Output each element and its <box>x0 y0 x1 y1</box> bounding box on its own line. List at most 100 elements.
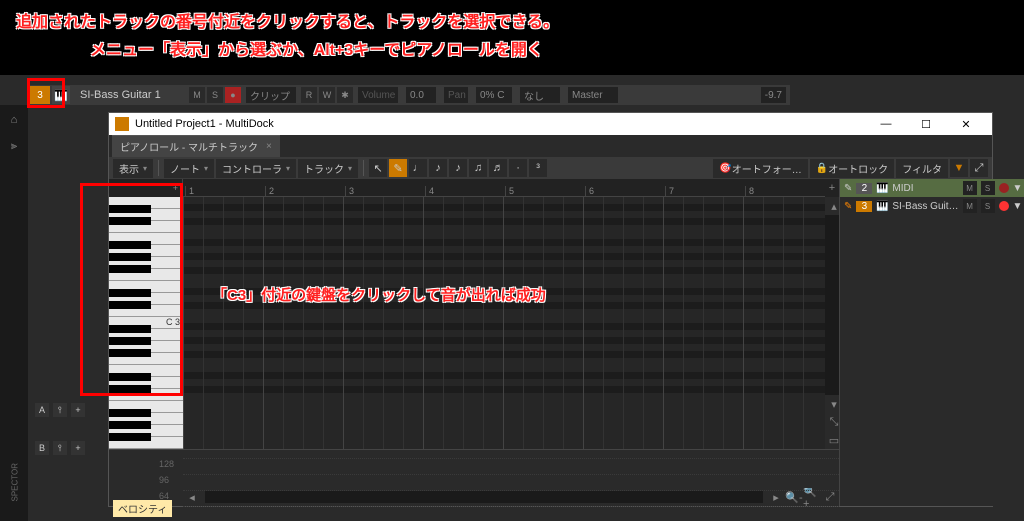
output-master[interactable]: Master <box>568 87 618 103</box>
pencil-icon[interactable]: ✎ <box>844 201 852 212</box>
record-dot[interactable] <box>999 201 1009 211</box>
midi-icon[interactable]: 🎹 <box>52 86 70 104</box>
mixer-icon[interactable]: ⫸ <box>3 135 25 157</box>
track-list-item-midi[interactable]: ✎ 2 🎹 MIDI M S ▼ <box>840 179 1024 197</box>
track-name[interactable]: SI-Bass Guitar 1 <box>80 89 180 101</box>
filter-t-icon[interactable]: ▼ <box>1013 201 1023 212</box>
track-list-item-bass[interactable]: ✎ 3 🎹 SI-Bass Guit… M S ▼ <box>840 197 1024 215</box>
record-dot[interactable] <box>999 183 1009 193</box>
timeline-mark[interactable]: 6 <box>585 186 665 196</box>
black-key[interactable] <box>109 433 151 441</box>
close-button[interactable]: ✕ <box>946 113 986 135</box>
maximize-button[interactable]: ☐ <box>906 113 946 135</box>
track-number[interactable]: 3 <box>30 86 50 104</box>
view-menu[interactable]: 表示▾ <box>113 159 153 178</box>
note-triplet-icon[interactable]: ³ <box>529 159 547 177</box>
black-key[interactable] <box>109 409 151 417</box>
window-titlebar[interactable]: Untitled Project1 - MultiDock — ☐ ✕ <box>109 113 992 135</box>
snapshot-button[interactable]: ✱ <box>337 87 353 103</box>
solo-button[interactable]: S <box>207 87 223 103</box>
automation-write-button[interactable]: W <box>319 87 335 103</box>
solo-button[interactable]: S <box>981 181 995 195</box>
vscroll-down-icon[interactable]: ▾ <box>825 395 843 413</box>
black-key[interactable] <box>109 421 151 429</box>
zoom-vert-icon[interactable]: ⤡ <box>825 413 843 431</box>
velocity-panel[interactable]: 128 96 64 32 ベロシティ <box>109 449 839 488</box>
pan-value[interactable]: 0% C <box>476 87 512 103</box>
black-key[interactable] <box>109 385 151 393</box>
note-dotted-icon[interactable]: · <box>509 159 527 177</box>
tool-select-icon[interactable]: ↖ <box>369 159 387 177</box>
black-key[interactable] <box>109 349 151 357</box>
note-sixteenth-icon[interactable]: ♬ <box>489 159 507 177</box>
track-header[interactable]: 3 🎹 SI-Bass Guitar 1 M S ● クリップ R W ✱ Vo… <box>30 85 790 105</box>
note-whole-icon[interactable]: ♩ <box>409 159 427 177</box>
black-key[interactable] <box>109 373 151 381</box>
ab-row-a[interactable]: A ⫯ + <box>35 400 105 420</box>
tab-close-icon[interactable]: × <box>266 141 272 152</box>
autofocus-toggle[interactable]: 🎯 オートフォー… <box>713 159 807 178</box>
timeline-mark[interactable]: 4 <box>425 186 505 196</box>
filter-t-icon[interactable]: ▼ <box>1013 183 1023 194</box>
automation-read-button[interactable]: R <box>301 87 317 103</box>
timeline-plus-right-icon[interactable]: + <box>825 179 839 197</box>
ab-fx-icon[interactable]: ⫯ <box>53 403 67 417</box>
clip-mode[interactable]: クリップ <box>246 87 296 103</box>
note-grid[interactable] <box>183 197 825 449</box>
output-none[interactable]: なし <box>520 87 560 103</box>
note-menu[interactable]: ノート▾ <box>164 159 214 178</box>
vscroll-track[interactable] <box>825 215 839 395</box>
solo-button[interactable]: S <box>981 199 995 213</box>
timeline-mark[interactable]: 7 <box>665 186 745 196</box>
hscroll-track[interactable] <box>205 491 763 503</box>
note-eighth-icon[interactable]: ♫ <box>469 159 487 177</box>
timeline-mark[interactable]: 1 <box>185 186 265 196</box>
track-number[interactable]: 2 <box>856 183 872 194</box>
timeline-mark[interactable]: 8 <box>745 186 825 196</box>
black-key[interactable] <box>109 205 151 213</box>
mute-button[interactable]: M <box>963 181 977 195</box>
piano-keyboard[interactable]: C 3 <box>109 197 183 449</box>
ab-row-b[interactable]: B ⫯ + <box>35 438 105 458</box>
black-key[interactable] <box>109 289 151 297</box>
controller-menu[interactable]: コントローラ▾ <box>216 159 296 178</box>
expand-icon[interactable]: ⤢ <box>970 159 988 177</box>
note-quarter-icon[interactable]: ♪ <box>449 159 467 177</box>
ab-fx2-icon[interactable]: ⫯ <box>53 441 67 455</box>
black-key[interactable] <box>109 337 151 345</box>
home-icon[interactable]: ⌂ <box>3 109 25 131</box>
tab-pianoroll[interactable]: ピアノロール - マルチトラック × <box>112 135 280 157</box>
track-number[interactable]: 3 <box>856 201 872 212</box>
filter-icon[interactable]: ▼ <box>950 159 968 177</box>
ab-plus-icon[interactable]: + <box>71 403 85 417</box>
timeline-plus-icon[interactable]: + <box>109 179 183 197</box>
black-key[interactable] <box>109 325 151 333</box>
dock-tabbar[interactable]: ピアノロール - マルチトラック × <box>109 135 992 157</box>
velocity-label[interactable]: ベロシティ <box>113 500 172 517</box>
autolock-toggle[interactable]: 🔒 オートロック <box>810 159 894 178</box>
pencil-icon[interactable]: ✎ <box>844 183 852 194</box>
tool-draw-icon[interactable]: ✎ <box>389 159 407 177</box>
ab-plus2-icon[interactable]: + <box>71 441 85 455</box>
note-half-icon[interactable]: ♪ <box>429 159 447 177</box>
filter-dropdown[interactable]: フィルタ <box>896 159 948 178</box>
timeline-mark[interactable]: 5 <box>505 186 585 196</box>
ab-a-label[interactable]: A <box>35 403 49 417</box>
timeline[interactable]: 1 2 3 4 5 6 7 8 <box>183 179 825 197</box>
vscroll-up-icon[interactable]: ▴ <box>825 197 843 215</box>
fit-vert-icon[interactable]: ▭ <box>825 431 843 449</box>
minimize-button[interactable]: — <box>866 113 906 135</box>
mute-button[interactable]: M <box>963 199 977 213</box>
black-key[interactable] <box>109 253 151 261</box>
ab-b-label[interactable]: B <box>35 441 49 455</box>
volume-value[interactable]: 0.0 <box>406 87 436 103</box>
timeline-mark[interactable]: 2 <box>265 186 345 196</box>
black-key[interactable] <box>109 217 151 225</box>
black-key[interactable] <box>109 265 151 273</box>
mute-button[interactable]: M <box>189 87 205 103</box>
timeline-mark[interactable]: 3 <box>345 186 425 196</box>
record-arm-button[interactable]: ● <box>225 87 241 103</box>
black-key[interactable] <box>109 301 151 309</box>
track-menu[interactable]: トラック▾ <box>298 159 358 178</box>
black-key[interactable] <box>109 241 151 249</box>
